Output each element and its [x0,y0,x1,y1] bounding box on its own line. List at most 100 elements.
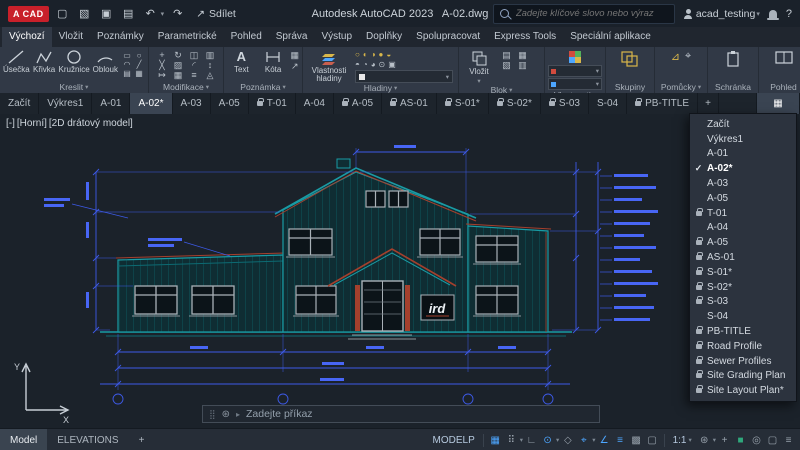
customization-button[interactable]: ≡ [781,432,796,448]
ribbon-tab-express-tools[interactable]: Express Tools [487,27,563,47]
stretch-tool-icon[interactable]: ↕ [203,60,218,70]
file-tab-t01[interactable]: T-01 [249,93,296,114]
menu-item-a02-current[interactable]: ✓ A-02* [690,161,796,176]
panel-label-kreslit[interactable]: Kreslit ▾ [0,81,148,93]
file-tab-a02-active[interactable]: A-02* [130,93,173,114]
file-tab-a03[interactable]: A-03 [173,93,211,114]
transparency-toggle[interactable]: ▩ [629,432,644,448]
text-tool[interactable]: A Text [227,50,256,75]
linetype-dropdown[interactable]: ▾ [548,78,602,90]
file-tab-a01[interactable]: A-01 [92,93,131,114]
clean-screen-button[interactable]: ▢ [765,432,780,448]
layer-freeze-icon[interactable]: ◐ [363,50,368,59]
move-tool-icon[interactable]: + [155,50,170,60]
panel-label-blok[interactable]: Blok ▾ [459,85,544,93]
panel-label-skupiny[interactable]: Skupiny [606,81,654,93]
annotation-monitor-toggle[interactable]: + [717,432,732,448]
selection-cycling-toggle[interactable]: ▢ [645,432,660,448]
command-prompt[interactable]: Zadejte příkaz [246,408,313,420]
create-block-icon[interactable]: ▤ [499,50,514,60]
new-file-icon[interactable]: ▢ [54,5,71,22]
object-snap-tracking-toggle[interactable]: ∠ [597,432,612,448]
snap-caret-icon[interactable]: ▾ [520,436,523,444]
rectangle-tool-icon[interactable]: ▭ [121,51,133,60]
layer-walk-icon[interactable]: ◕ [371,60,376,69]
command-line[interactable]: ⣿ ⊛ ▸ Zadejte příkaz [202,405,600,423]
clipboard-icon[interactable] [725,50,741,67]
menu-item-s03[interactable]: S-03 [690,295,796,310]
viewport-visualstyle-control[interactable]: [2D drátový model] [49,118,133,129]
insert-block-button[interactable]: Vložit ▾ [462,50,496,85]
polyline-tool[interactable]: Křivka [33,50,56,74]
search-input[interactable] [513,7,668,20]
osnap-toggle[interactable]: ⌖ [576,432,591,448]
menu-item-a03[interactable]: A-03 [690,176,796,191]
menu-item-road-profile[interactable]: Road Profile [690,339,796,354]
ribbon-tab-parametricke[interactable]: Parametrické [151,27,224,47]
ribbon-tab-specialni-aplikace[interactable]: Speciální aplikace [563,27,658,47]
notifications-icon[interactable] [766,9,779,20]
viewport-minimize-control[interactable]: [-] [6,118,15,129]
copy-tool-icon[interactable]: ▥ [203,50,218,60]
file-tab-a05[interactable]: A-05 [211,93,249,114]
isolate-objects-button[interactable]: ◎ [749,432,764,448]
grid-toggle[interactable]: ▦ [488,432,503,448]
osnap-caret-icon[interactable]: ▾ [592,436,595,444]
hatch-tool-icon[interactable]: ▤ [121,69,133,78]
layer-isolate-icon[interactable]: ● [379,50,384,59]
undo-caret-icon[interactable]: ▾ [161,10,165,18]
drawing-area[interactable]: [-] [Horní] [2D drátový model] ird Y X ⣿… [0,114,800,428]
menu-item-s04[interactable]: S-04 [690,309,796,324]
menu-item-zacit[interactable]: Začít [690,117,796,132]
group-icon[interactable] [620,50,640,68]
menu-item-as01[interactable]: AS-01 [690,250,796,265]
model-paper-toggle[interactable]: MODELP [429,435,479,446]
trim-tool-icon[interactable]: ╳ [155,60,170,70]
panel-label-hladiny[interactable]: Hladiny ▾ [303,83,458,93]
layer-merge-icon[interactable]: ▣ [388,60,396,69]
arc-tool[interactable]: Oblouk [93,50,118,74]
menu-item-t01[interactable]: T-01 [690,206,796,221]
xline-tool-icon[interactable]: ╱ [133,60,145,69]
menu-item-site-grading-plan[interactable]: Site Grading Plan [690,369,796,384]
drag-grip-icon[interactable]: ⣿ [209,409,216,420]
ortho-toggle[interactable]: ∟ [524,432,539,448]
quick-select-icon[interactable]: ⌖ [685,50,691,63]
menu-item-site-layout-plan[interactable]: Site Layout Plan* [690,383,796,398]
edit-block-icon[interactable]: ▦ [515,50,530,60]
line-tool[interactable]: Úsečka [3,50,30,74]
leader-tool-icon[interactable]: ↗ [290,61,299,72]
model-tab[interactable]: Model [0,429,48,450]
layer-dropdown[interactable]: ▾ [355,70,453,83]
ribbon-tab-vlozit[interactable]: Vložit [52,27,90,47]
block-attr-icon[interactable]: ▧ [499,60,514,70]
file-tab-zacit[interactable]: Začít [0,93,40,114]
menu-item-a04[interactable]: A-04 [690,221,796,236]
file-tab-s03[interactable]: S-03 [541,93,589,114]
panel-label-pomucky[interactable]: Pomůcky ▾ [655,81,707,93]
search-box[interactable] [492,3,675,24]
workspace-switching[interactable]: ⊛ [697,432,712,448]
layer-on-icon[interactable]: ○ [355,50,360,59]
redo-icon[interactable]: ↷ [169,5,186,22]
menu-item-s02[interactable]: S-02* [690,280,796,295]
isodraft-toggle[interactable]: ◇ [560,432,575,448]
customize-icon[interactable]: ⊛ [222,409,230,420]
annotation-scale[interactable]: 1:1 ▾ [669,435,696,446]
viewport-view-control[interactable]: [Horní] [17,118,47,129]
new-drawing-tab-button[interactable]: + [698,93,719,114]
layer-properties-button[interactable]: Vlastnosti hladiny [306,50,352,83]
layout-tab-elevations[interactable]: ELEVATIONS [47,429,128,450]
array-tool-icon[interactable]: ▦ [171,70,186,80]
offset-tool-icon[interactable]: ↦ [155,70,170,80]
undo-icon[interactable]: ↶ [142,5,159,22]
file-tab-as01[interactable]: AS-01 [382,93,437,114]
menu-item-vykres1[interactable]: Výkres1 [690,132,796,147]
arc2-tool-icon[interactable]: ◠ [121,60,133,69]
explode-tool-icon[interactable]: ◬ [203,70,218,80]
tab-overview-button[interactable]: ▦ [756,93,800,114]
help-icon[interactable]: ? [786,8,792,20]
layer-off-icon[interactable]: ◒ [386,50,391,59]
ribbon-tab-pohled[interactable]: Pohled [224,27,269,47]
block-sync-icon[interactable]: ▥ [515,60,530,70]
